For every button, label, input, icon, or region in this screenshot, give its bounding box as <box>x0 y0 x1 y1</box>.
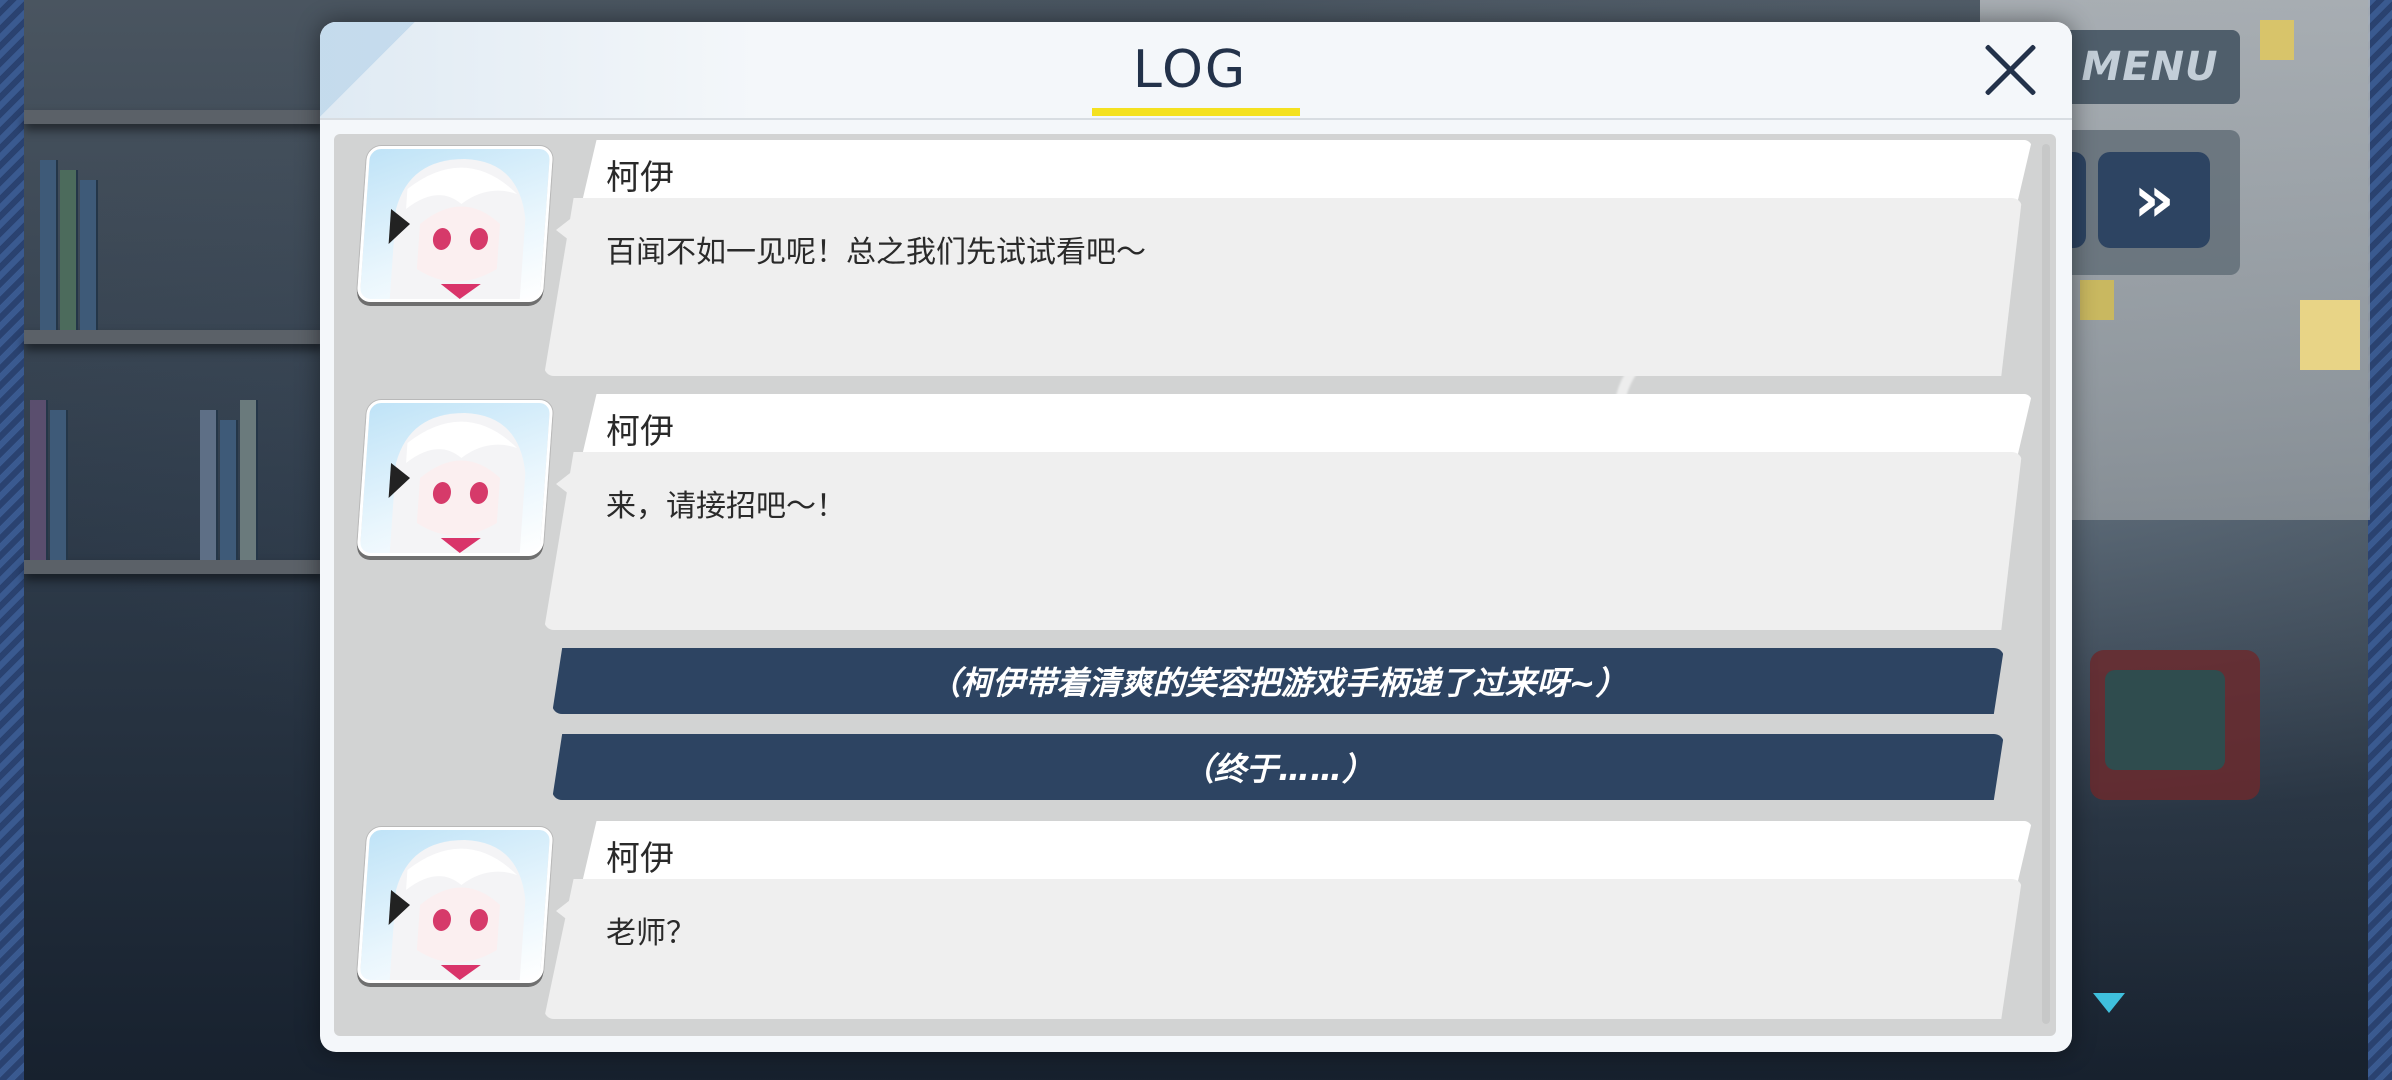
bookshelf-plank <box>24 330 324 344</box>
sticky-note <box>2080 280 2114 320</box>
header-decoration <box>320 22 540 118</box>
speaker-name-tab <box>582 394 2032 456</box>
log-list[interactable]: 柯伊 百闻不如一见呢！总之我们先试试看吧〜 柯伊 来，请接招吧〜！ （柯伊带着清… <box>334 134 2056 1036</box>
log-title: LOG <box>1132 40 1248 100</box>
title-underline <box>1092 108 1300 116</box>
sticky-note <box>2300 300 2360 370</box>
right-border-decoration <box>2368 0 2392 1080</box>
bookshelf-plank <box>24 560 324 574</box>
speaker-name: 柯伊 <box>606 839 674 879</box>
message-bubble <box>544 879 2022 1019</box>
next-arrow-icon <box>2093 993 2125 1013</box>
speaker-avatar <box>356 146 554 302</box>
double-chevron-right-icon: » <box>2133 163 2175 237</box>
left-border-decoration <box>0 0 24 1080</box>
narration-banner: （柯伊带着清爽的笑容把游戏手柄递了过来呀~） <box>552 648 2004 714</box>
message-bubble <box>544 198 2022 376</box>
bookshelf-plank <box>24 110 324 124</box>
close-button[interactable] <box>1980 40 2040 100</box>
bubble-pointer <box>556 216 574 244</box>
speaker-name: 柯伊 <box>606 158 674 198</box>
message-text: 百闻不如一见呢！总之我们先试试看吧〜 <box>606 235 1146 270</box>
book <box>50 410 68 560</box>
scrollbar[interactable] <box>2042 144 2050 1024</box>
message-text: 老师？ <box>606 916 696 951</box>
book <box>220 420 238 560</box>
log-window: LOG 柯伊 百闻不如一见呢！总之我们先试试看吧〜 柯伊 来，请接招吧〜！ （柯… <box>320 22 2072 1052</box>
speaker-avatar <box>356 400 554 556</box>
menu-button[interactable]: MENU <box>2060 30 2240 104</box>
narration-banner: （终于……） <box>552 734 2004 800</box>
message-text: 来，请接招吧〜！ <box>606 489 846 524</box>
speaker-avatar <box>356 827 554 983</box>
book <box>240 400 258 560</box>
message-bubble <box>544 452 2022 630</box>
book <box>40 160 58 330</box>
book <box>200 410 218 560</box>
bubble-pointer <box>556 897 574 925</box>
book <box>60 170 78 330</box>
fast-forward-button[interactable]: » <box>2098 152 2210 248</box>
speaker-name-tab <box>582 140 2032 202</box>
book <box>30 400 48 560</box>
speaker-name-tab <box>582 821 2032 883</box>
sticky-note <box>2260 20 2294 60</box>
speaker-name: 柯伊 <box>606 412 674 452</box>
book <box>80 180 98 330</box>
log-header: LOG <box>320 22 2072 120</box>
bubble-pointer <box>556 470 574 498</box>
tv-screen <box>2105 670 2225 770</box>
